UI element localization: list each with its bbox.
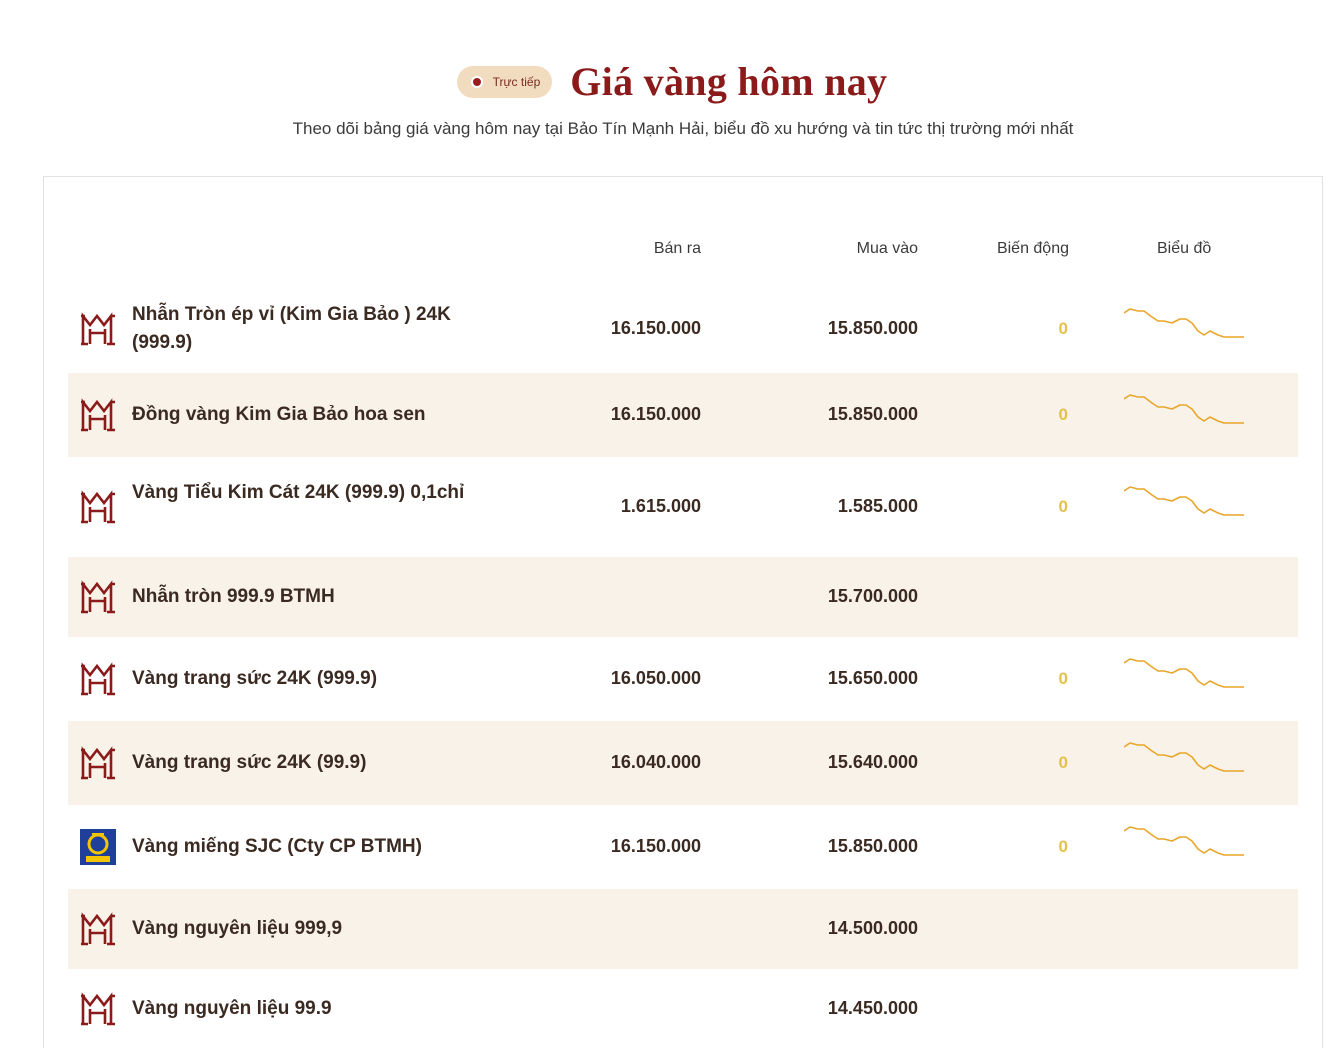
product-name: Nhẫn tròn 999.9 BTMH xyxy=(132,586,335,607)
table-row[interactable]: Vàng nguyên liệu 99.9 14.450.000 xyxy=(68,969,1298,1048)
table-row[interactable]: Nhẫn tròn 999.9 BTMH 15.700.000 xyxy=(68,557,1298,637)
buy-price: 15.850.000 xyxy=(827,404,918,424)
product-name: Vàng trang sức 24K (99.9) xyxy=(132,752,367,773)
table-row[interactable]: Đồng vàng Kim Gia Bảo hoa sen 16.150.000 1… xyxy=(68,373,1298,457)
sparkline-path xyxy=(1124,486,1244,516)
trend-sparkline[interactable] xyxy=(1124,823,1246,863)
price-change: 0 xyxy=(1058,497,1068,516)
buy-price: 14.450.000 xyxy=(827,998,918,1018)
trend-sparkline[interactable] xyxy=(1124,655,1246,695)
btmh-logo-icon xyxy=(80,489,116,525)
sparkline-path xyxy=(1124,742,1244,772)
column-header-buy: Mua vào xyxy=(856,240,918,257)
btmh-logo-icon xyxy=(80,911,116,947)
sparkline-path xyxy=(1124,658,1244,688)
price-change: 0 xyxy=(1058,319,1068,338)
price-change: 0 xyxy=(1058,837,1068,856)
price-change: 0 xyxy=(1058,669,1068,688)
buy-price: 14.500.000 xyxy=(827,918,918,938)
sparkline-path xyxy=(1124,308,1244,338)
buy-price: 15.650.000 xyxy=(827,668,918,688)
btmh-logo-icon xyxy=(80,579,116,615)
table-row[interactable]: Vàng miếng SJC (Cty CP BTMH) 16.150.000 15… xyxy=(68,805,1298,889)
sell-price: 16.150.000 xyxy=(610,404,701,424)
live-label: Trực tiếp xyxy=(492,74,541,89)
product-name: Đồng vàng Kim Gia Bảo hoa sen xyxy=(132,404,426,425)
page-title: Giá vàng hôm nay xyxy=(570,59,888,104)
trend-sparkline[interactable] xyxy=(1124,483,1246,523)
btmh-logo-icon xyxy=(80,397,116,433)
btmh-logo-icon xyxy=(80,311,116,347)
sparkline-path xyxy=(1124,394,1244,424)
sparkline-path xyxy=(1124,826,1244,856)
live-badge: Trực tiếp xyxy=(456,65,553,98)
product-name: Vàng miếng SJC (Cty CP BTMH) xyxy=(132,836,422,857)
btmh-logo-icon xyxy=(80,745,116,781)
sjc-logo-icon xyxy=(80,829,116,865)
btmh-logo-icon xyxy=(80,991,116,1027)
buy-price: 1.585.000 xyxy=(837,496,918,516)
price-change: 0 xyxy=(1058,753,1068,772)
column-header-chart: Biểu đồ xyxy=(1157,240,1212,257)
trend-sparkline[interactable] xyxy=(1124,391,1246,431)
title-row: Trực tiếp Giá vàng hôm nay xyxy=(0,58,1344,105)
column-header-change: Biến động xyxy=(996,240,1069,257)
sell-price: 1.615.000 xyxy=(620,496,701,516)
sell-price: 16.040.000 xyxy=(610,752,701,772)
column-header-sell: Bán ra xyxy=(653,240,701,257)
sell-price: 16.150.000 xyxy=(610,836,701,856)
table-row[interactable]: Vàng trang sức 24K (999.9) 16.050.000 15.6… xyxy=(68,637,1298,721)
sell-price: 16.050.000 xyxy=(610,668,701,688)
page-subtitle: Theo dõi bảng giá vàng hôm nay tại Bảo T… xyxy=(292,119,1074,138)
table-row[interactable]: Nhẫn Tròn ép vỉ (Kim Gia Bảo ) 24K (999.… xyxy=(68,285,1298,373)
trend-sparkline[interactable] xyxy=(1124,305,1246,345)
table-row[interactable]: Vàng nguyên liệu 999,9 14.500.000 xyxy=(68,889,1298,969)
buy-price: 15.850.000 xyxy=(827,318,918,338)
buy-price: 15.700.000 xyxy=(827,586,918,606)
trend-sparkline[interactable] xyxy=(1124,739,1246,779)
btmh-logo-icon xyxy=(80,661,116,697)
table-row[interactable]: Vàng Tiểu Kim Cát 24K (999.9) 0,1chỉ 1.61… xyxy=(68,457,1298,557)
product-name: Vàng nguyên liệu 999,9 xyxy=(132,918,343,939)
buy-price: 15.640.000 xyxy=(827,752,918,772)
product-name: Nhẫn Tròn ép vỉ (Kim Gia Bảo ) 24K (999.… xyxy=(132,304,451,353)
product-name: Vàng Tiểu Kim Cát 24K (999.9) 0,1chỉ xyxy=(132,482,465,503)
buy-price: 15.850.000 xyxy=(827,836,918,856)
product-name: Vàng trang sức 24K (999.9) xyxy=(132,668,378,689)
price-change: 0 xyxy=(1058,405,1068,424)
sell-price: 16.150.000 xyxy=(610,318,701,338)
product-name: Vàng nguyên liệu 99.9 xyxy=(132,998,332,1019)
live-dot-icon xyxy=(470,75,483,88)
table-row[interactable]: Vàng trang sức 24K (99.9) 16.040.000 15.64… xyxy=(68,721,1298,805)
